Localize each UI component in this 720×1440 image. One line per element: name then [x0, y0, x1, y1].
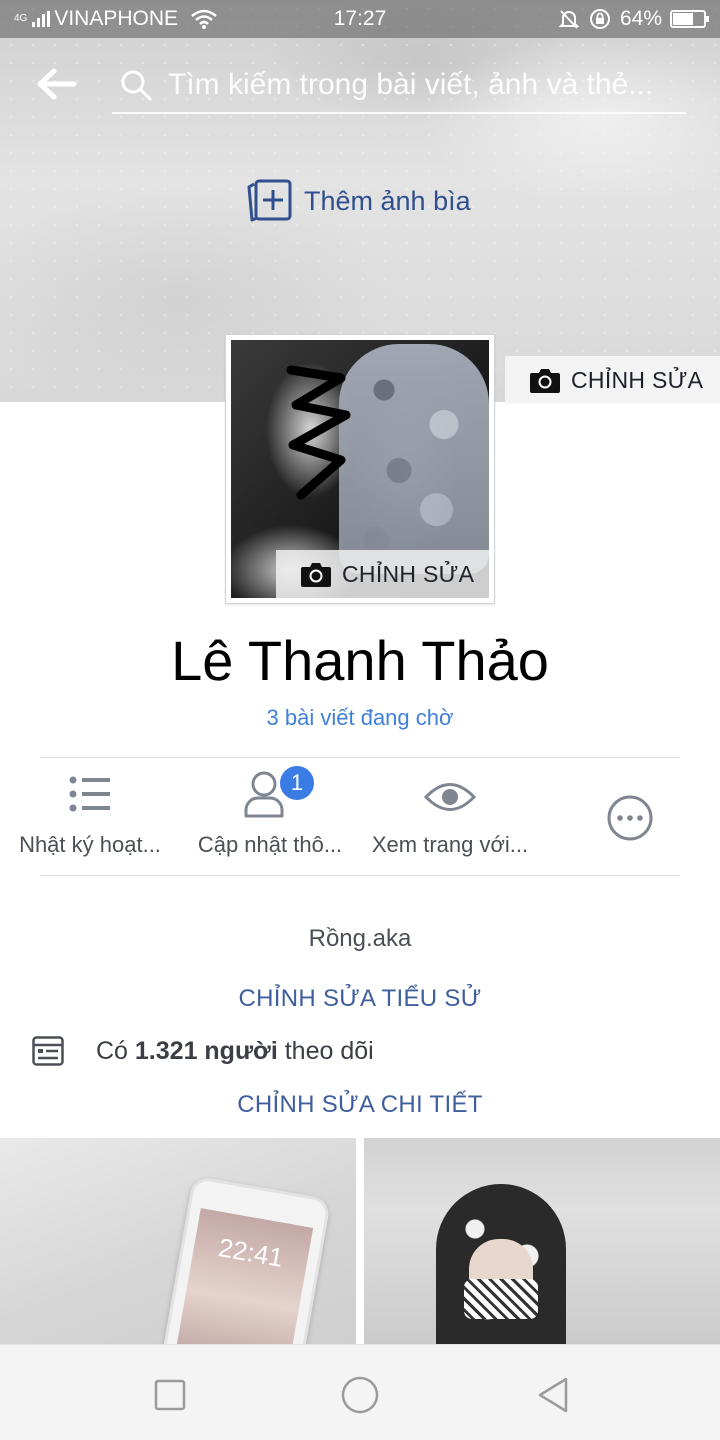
profile-picture[interactable]: CHỈNH SỬA [225, 334, 495, 604]
followers-count: 1.321 người [134, 1036, 278, 1065]
featured-photo-2[interactable] [364, 1138, 720, 1344]
followers-row: Có 1.321 người theo dõi [32, 1036, 374, 1066]
back-arrow-icon [37, 68, 77, 100]
profile-actions: Nhật ký hoạt... 1 Cập nhật thô... Xem tr… [0, 760, 720, 875]
search-input[interactable] [168, 68, 686, 102]
add-cover-photo-button[interactable]: Thêm ảnh bìa [246, 178, 471, 224]
camera-icon [530, 369, 560, 393]
phone-image: 22:41 [158, 1175, 332, 1344]
recent-apps-button[interactable] [150, 1375, 190, 1415]
activity-log-label: Nhật ký hoạt... [19, 832, 161, 857]
square-icon [154, 1379, 186, 1411]
rotation-lock-icon [589, 9, 610, 29]
more-icon [607, 795, 653, 841]
home-button[interactable] [340, 1375, 380, 1415]
camo-hoodie-shape [339, 344, 489, 574]
followers-card-icon [32, 1036, 64, 1066]
battery-icon [670, 10, 709, 28]
add-cover-label: Thêm ảnh bìa [304, 185, 471, 216]
carrier-name: VINAPHONE [54, 7, 179, 30]
triangle-back-icon [538, 1377, 568, 1413]
battery-fill [673, 13, 694, 25]
update-info-label: Cập nhật thô... [197, 832, 343, 857]
phone-screen: 22:41 [172, 1208, 314, 1344]
more-options-button[interactable] [540, 760, 720, 875]
add-photo-icon [247, 179, 292, 222]
back-button[interactable] [34, 64, 78, 104]
search-bar[interactable] [112, 58, 686, 114]
eye-icon [424, 783, 476, 811]
profile-name: Lê Thanh Thảo [171, 629, 549, 692]
notification-badge: 1 [278, 764, 316, 802]
wifi-icon [191, 9, 217, 29]
edit-cover-button[interactable]: CHỈNH SỬA [505, 356, 720, 404]
edit-details-button[interactable]: CHỈNH SỬA CHI TIẾT [0, 1091, 720, 1119]
activity-log-button[interactable]: Nhật ký hoạt... [0, 760, 180, 875]
phone-lockscreen-time: 22:41 [216, 1232, 286, 1273]
camera-icon [301, 563, 331, 587]
mask-shape [464, 1279, 538, 1319]
view-as-label: Xem trang với... [371, 832, 529, 857]
search-icon [121, 70, 152, 101]
list-icon [69, 776, 110, 812]
followers-prefix: Có [96, 1036, 135, 1065]
camo-hood-image [436, 1184, 566, 1344]
circle-icon [341, 1376, 379, 1414]
pending-posts-link[interactable]: 3 bài viết đang chờ [0, 705, 720, 731]
signal-icon [32, 11, 51, 27]
status-bar: 4G VINAPHONE 17:27 64% [0, 0, 720, 38]
followers-text: Có 1.321 người theo dõi [96, 1037, 374, 1066]
edit-cover-label: CHỈNH SỬA [571, 366, 704, 393]
edit-profile-photo-button[interactable]: CHỈNH SỬA [276, 550, 489, 598]
featured-photo-1[interactable]: 22:41 [0, 1138, 356, 1344]
edit-bio-button[interactable]: CHỈNH SỬA TIỂU SỬ [0, 985, 720, 1013]
battery-percent: 64% [619, 7, 662, 30]
scribble-mark [286, 365, 351, 500]
back-nav-button[interactable] [534, 1375, 574, 1415]
update-info-button[interactable]: 1 Cập nhật thô... [180, 760, 360, 875]
mute-bell-icon [558, 10, 580, 29]
view-as-button[interactable]: Xem trang với... [360, 760, 540, 875]
bio-text: Rồng.aka [308, 925, 412, 952]
followers-suffix: theo dõi [277, 1036, 374, 1065]
network-type: 4G [14, 13, 28, 24]
divider [40, 875, 680, 876]
profile-photo-image: CHỈNH SỬA [231, 340, 489, 598]
system-nav-bar [0, 1344, 720, 1440]
edit-profile-photo-label: CHỈNH SỬA [342, 560, 475, 587]
divider [40, 757, 680, 758]
